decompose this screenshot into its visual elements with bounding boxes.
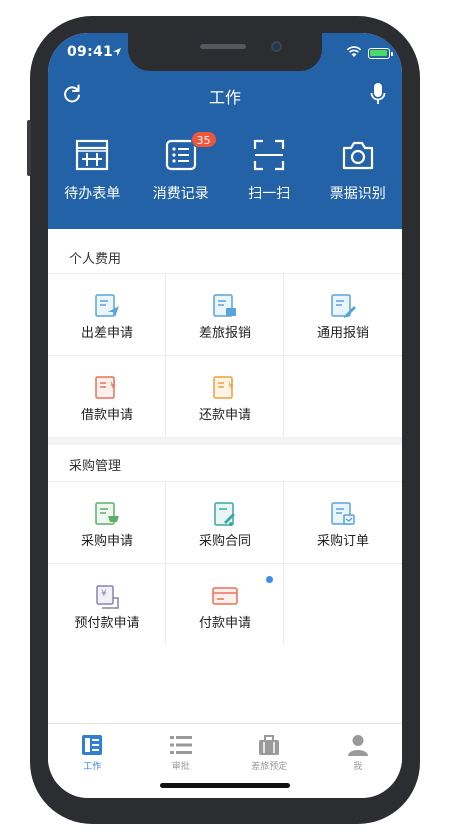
grid-item-repayment-application[interactable]: ¥ 还款申请 xyxy=(166,355,284,437)
work-icon xyxy=(82,735,102,755)
quick-action-label: 消费记录 xyxy=(152,186,209,202)
quick-action-label: 待办表单 xyxy=(64,186,121,202)
tab-travel-booking[interactable]: 差旅预定 xyxy=(225,724,314,783)
quick-action-label: 扫一扫 xyxy=(248,186,291,202)
grid-item-prepayment-application[interactable]: ¥ 预付款申请 xyxy=(48,563,166,645)
notification-dot xyxy=(266,576,273,583)
quick-action-label: 票据识别 xyxy=(329,186,386,202)
quick-action-scan[interactable]: 扫一扫 xyxy=(225,137,314,207)
section-divider xyxy=(48,437,402,445)
consumption-count-badge: 35 xyxy=(190,131,217,148)
svg-text:¥: ¥ xyxy=(101,589,107,599)
page-title: 工作 xyxy=(208,88,241,107)
wifi-icon xyxy=(346,46,362,57)
grid-item-label: 出差申请 xyxy=(80,326,133,341)
scan-icon xyxy=(253,139,285,171)
grid-item-general-reimbursement[interactable]: 通用报销 xyxy=(284,273,402,355)
tab-approval[interactable]: 审批 xyxy=(137,724,226,783)
grid-item-purchase-contract[interactable]: 采购合同 xyxy=(166,481,284,563)
person-icon xyxy=(347,735,368,756)
section-title: 个人费用 xyxy=(69,252,122,267)
notch xyxy=(128,33,322,71)
personal-expense-grid: 出差申请 差旅报销 通用报销 ¥ 借款申请 ¥ 还款申请 xyxy=(48,273,402,437)
quick-action-consumption-record[interactable]: 35 消费记录 xyxy=(137,131,226,207)
grid-item-label: 采购申请 xyxy=(80,534,133,549)
grid-item-label: 付款申请 xyxy=(198,616,251,631)
grid-item-label: 预付款申请 xyxy=(74,616,140,631)
payment-application-icon xyxy=(212,587,238,605)
general-reimbursement-icon xyxy=(331,294,356,318)
procurement-grid: 采购申请 采购合同 采购订单 ¥ 预付款申请 付款申请 xyxy=(48,481,402,645)
grid-item-loan-application[interactable]: ¥ 借款申请 xyxy=(48,355,166,437)
loan-application-icon: ¥ xyxy=(95,376,116,399)
section-title: 采购管理 xyxy=(69,459,122,474)
phone-side-button xyxy=(27,120,31,176)
grid-item-label: 还款申请 xyxy=(198,408,251,423)
screen: 09:41 工作 待办表单 35 消费记录 扫一扫 票据识别 个人费用 出差申请… xyxy=(48,33,402,798)
grid-item-label: 采购订单 xyxy=(316,534,369,549)
todo-form-icon xyxy=(75,139,109,171)
tab-bar: 工作 审批 差旅预定 我 xyxy=(48,723,402,783)
tab-me[interactable]: 我 xyxy=(314,724,403,783)
prepayment-application-icon: ¥ xyxy=(96,585,119,609)
grid-item-label: 借款申请 xyxy=(80,408,133,423)
personal-expense-section: 个人费用 出差申请 差旅报销 通用报销 ¥ 借款申请 ¥ 还款申请 xyxy=(48,229,402,437)
home-indicator[interactable] xyxy=(160,783,290,788)
grid-item-travel-reimbursement[interactable]: 差旅报销 xyxy=(166,273,284,355)
speaker-grille xyxy=(200,44,246,49)
quick-actions: 待办表单 35 消费记录 扫一扫 票据识别 xyxy=(48,131,403,207)
grid-item-label: 通用报销 xyxy=(316,326,369,341)
grid-item-travel-application[interactable]: 出差申请 xyxy=(48,273,166,355)
status-time: 09:41 xyxy=(67,44,114,60)
quick-action-receipt-recognition[interactable]: 票据识别 xyxy=(314,137,403,207)
tab-work[interactable]: 工作 xyxy=(48,724,137,783)
purchase-order-icon xyxy=(331,502,355,525)
grid-item-payment-application[interactable]: 付款申请 xyxy=(166,563,284,645)
purchase-application-icon xyxy=(95,502,119,525)
microphone-icon[interactable] xyxy=(370,82,386,106)
grid-item-label: 采购合同 xyxy=(198,534,251,549)
tab-label: 差旅预定 xyxy=(251,762,288,772)
tab-label: 审批 xyxy=(171,762,190,772)
front-camera xyxy=(271,41,282,52)
travel-reimbursement-icon xyxy=(213,294,236,317)
luggage-icon xyxy=(259,735,279,755)
purchase-contract-icon xyxy=(214,502,235,526)
battery-icon xyxy=(368,48,393,59)
tab-label: 工作 xyxy=(83,762,102,772)
travel-application-icon xyxy=(95,294,119,317)
grid-item-purchase-order[interactable]: 采购订单 xyxy=(284,481,402,563)
quick-action-todo-form[interactable]: 待办表单 xyxy=(48,137,137,207)
grid-item-label: 差旅报销 xyxy=(198,326,251,341)
tab-label: 我 xyxy=(353,762,363,772)
camera-icon xyxy=(342,141,373,170)
repayment-application-icon: ¥ xyxy=(213,376,234,399)
grid-empty-cell xyxy=(284,355,402,437)
navbar: 工作 xyxy=(48,79,402,111)
grid-item-purchase-application[interactable]: 采购申请 xyxy=(48,481,166,563)
location-arrow-icon xyxy=(113,48,121,56)
procurement-section: 采购管理 采购申请 采购合同 采购订单 ¥ 预付款申请 付款申请 xyxy=(48,445,402,651)
svg-text:¥: ¥ xyxy=(110,381,116,391)
approval-list-icon xyxy=(169,736,192,754)
grid-empty-cell xyxy=(284,563,402,645)
svg-text:¥: ¥ xyxy=(228,381,234,391)
